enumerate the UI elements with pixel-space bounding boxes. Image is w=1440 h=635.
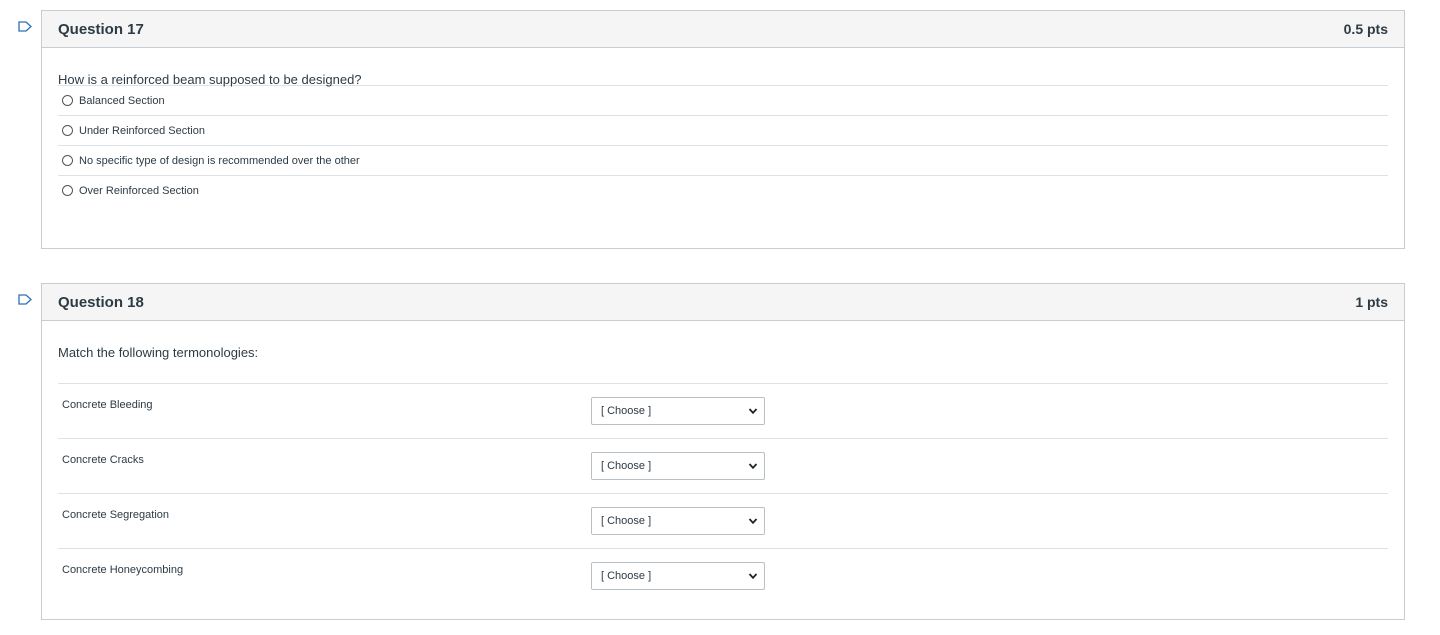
question-text: How is a reinforced beam supposed to be … bbox=[58, 72, 362, 87]
radio-button[interactable] bbox=[62, 95, 73, 106]
chevron-down-icon bbox=[748, 408, 758, 415]
chevron-down-icon bbox=[748, 463, 758, 470]
question-header: Question 18 1 pts bbox=[42, 284, 1404, 321]
flag-question-icon[interactable] bbox=[18, 294, 32, 305]
answer-label: Under Reinforced Section bbox=[79, 124, 205, 137]
question-text: Match the following termonologies: bbox=[58, 345, 259, 360]
match-select-dropdown[interactable]: [ Choose ] bbox=[591, 562, 765, 590]
match-term-label: Concrete Segregation bbox=[62, 509, 170, 521]
chevron-down-icon bbox=[748, 518, 758, 525]
match-select-dropdown[interactable]: [ Choose ] bbox=[591, 452, 765, 480]
match-select-dropdown[interactable]: [ Choose ] bbox=[591, 397, 765, 425]
select-value: [ Choose ] bbox=[601, 515, 652, 527]
radio-button[interactable] bbox=[62, 125, 73, 136]
answer-label: No specific type of design is recommende… bbox=[79, 154, 360, 167]
match-term-label: Concrete Cracks bbox=[62, 454, 144, 466]
match-select-dropdown[interactable]: [ Choose ] bbox=[591, 507, 765, 535]
flag-question-icon[interactable] bbox=[18, 21, 32, 32]
question-header: Question 17 0.5 pts bbox=[42, 11, 1404, 48]
answer-option[interactable]: Over Reinforced Section bbox=[58, 175, 1388, 205]
question-title: Question 17 bbox=[58, 20, 144, 38]
select-value: [ Choose ] bbox=[601, 570, 652, 582]
match-row: Concrete Bleeding [ Choose ] bbox=[58, 383, 1388, 438]
answer-option[interactable]: No specific type of design is recommende… bbox=[58, 145, 1388, 175]
radio-button[interactable] bbox=[62, 155, 73, 166]
match-term-label: Concrete Bleeding bbox=[62, 399, 153, 411]
radio-button[interactable] bbox=[62, 185, 73, 196]
question-body: How is a reinforced beam supposed to be … bbox=[42, 48, 1404, 205]
match-row: Concrete Segregation [ Choose ] bbox=[58, 493, 1388, 548]
match-row: Concrete Honeycombing [ Choose ] bbox=[58, 548, 1388, 603]
answer-option[interactable]: Balanced Section bbox=[58, 85, 1388, 115]
question-18-block: Question 18 1 pts Match the following te… bbox=[41, 283, 1405, 620]
question-title: Question 18 bbox=[58, 293, 144, 311]
answer-list: Balanced Section Under Reinforced Sectio… bbox=[58, 85, 1388, 205]
question-points: 1 pts bbox=[1355, 294, 1388, 310]
question-17-block: Question 17 0.5 pts How is a reinforced … bbox=[41, 10, 1405, 249]
answer-label: Over Reinforced Section bbox=[79, 184, 199, 197]
select-value: [ Choose ] bbox=[601, 460, 652, 472]
question-points: 0.5 pts bbox=[1343, 21, 1388, 37]
answer-label: Balanced Section bbox=[79, 94, 165, 107]
match-row: Concrete Cracks [ Choose ] bbox=[58, 438, 1388, 493]
select-value: [ Choose ] bbox=[601, 405, 652, 417]
question-body: Match the following termonologies: Concr… bbox=[42, 321, 1404, 603]
chevron-down-icon bbox=[748, 573, 758, 580]
answer-option[interactable]: Under Reinforced Section bbox=[58, 115, 1388, 145]
match-term-label: Concrete Honeycombing bbox=[62, 564, 184, 576]
